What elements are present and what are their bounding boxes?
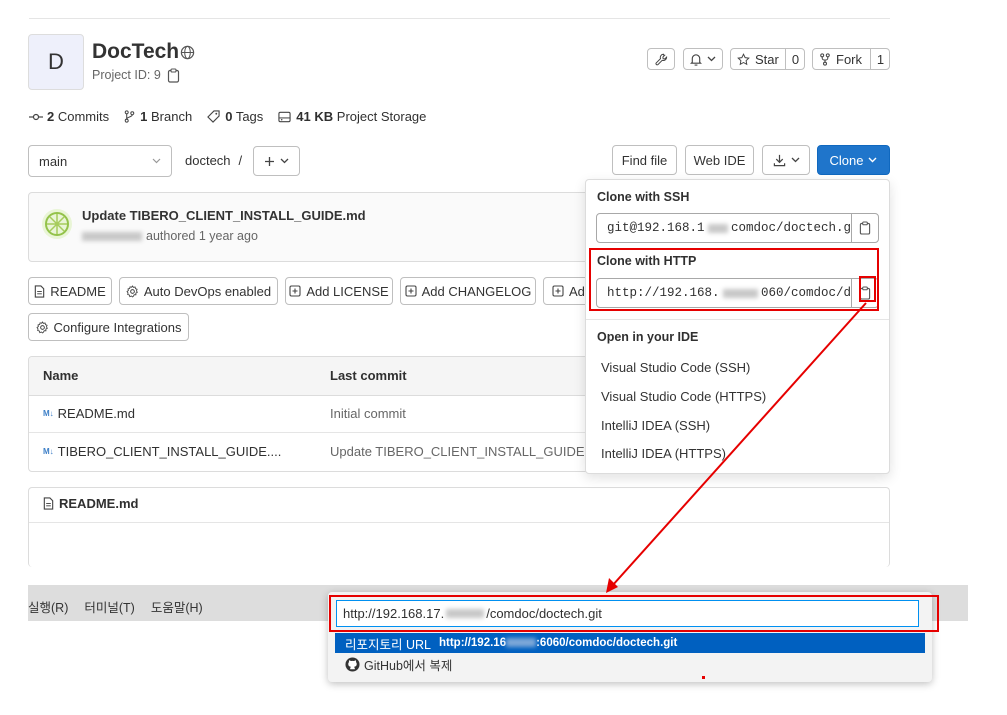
annotation-arrow: [606, 302, 867, 679]
